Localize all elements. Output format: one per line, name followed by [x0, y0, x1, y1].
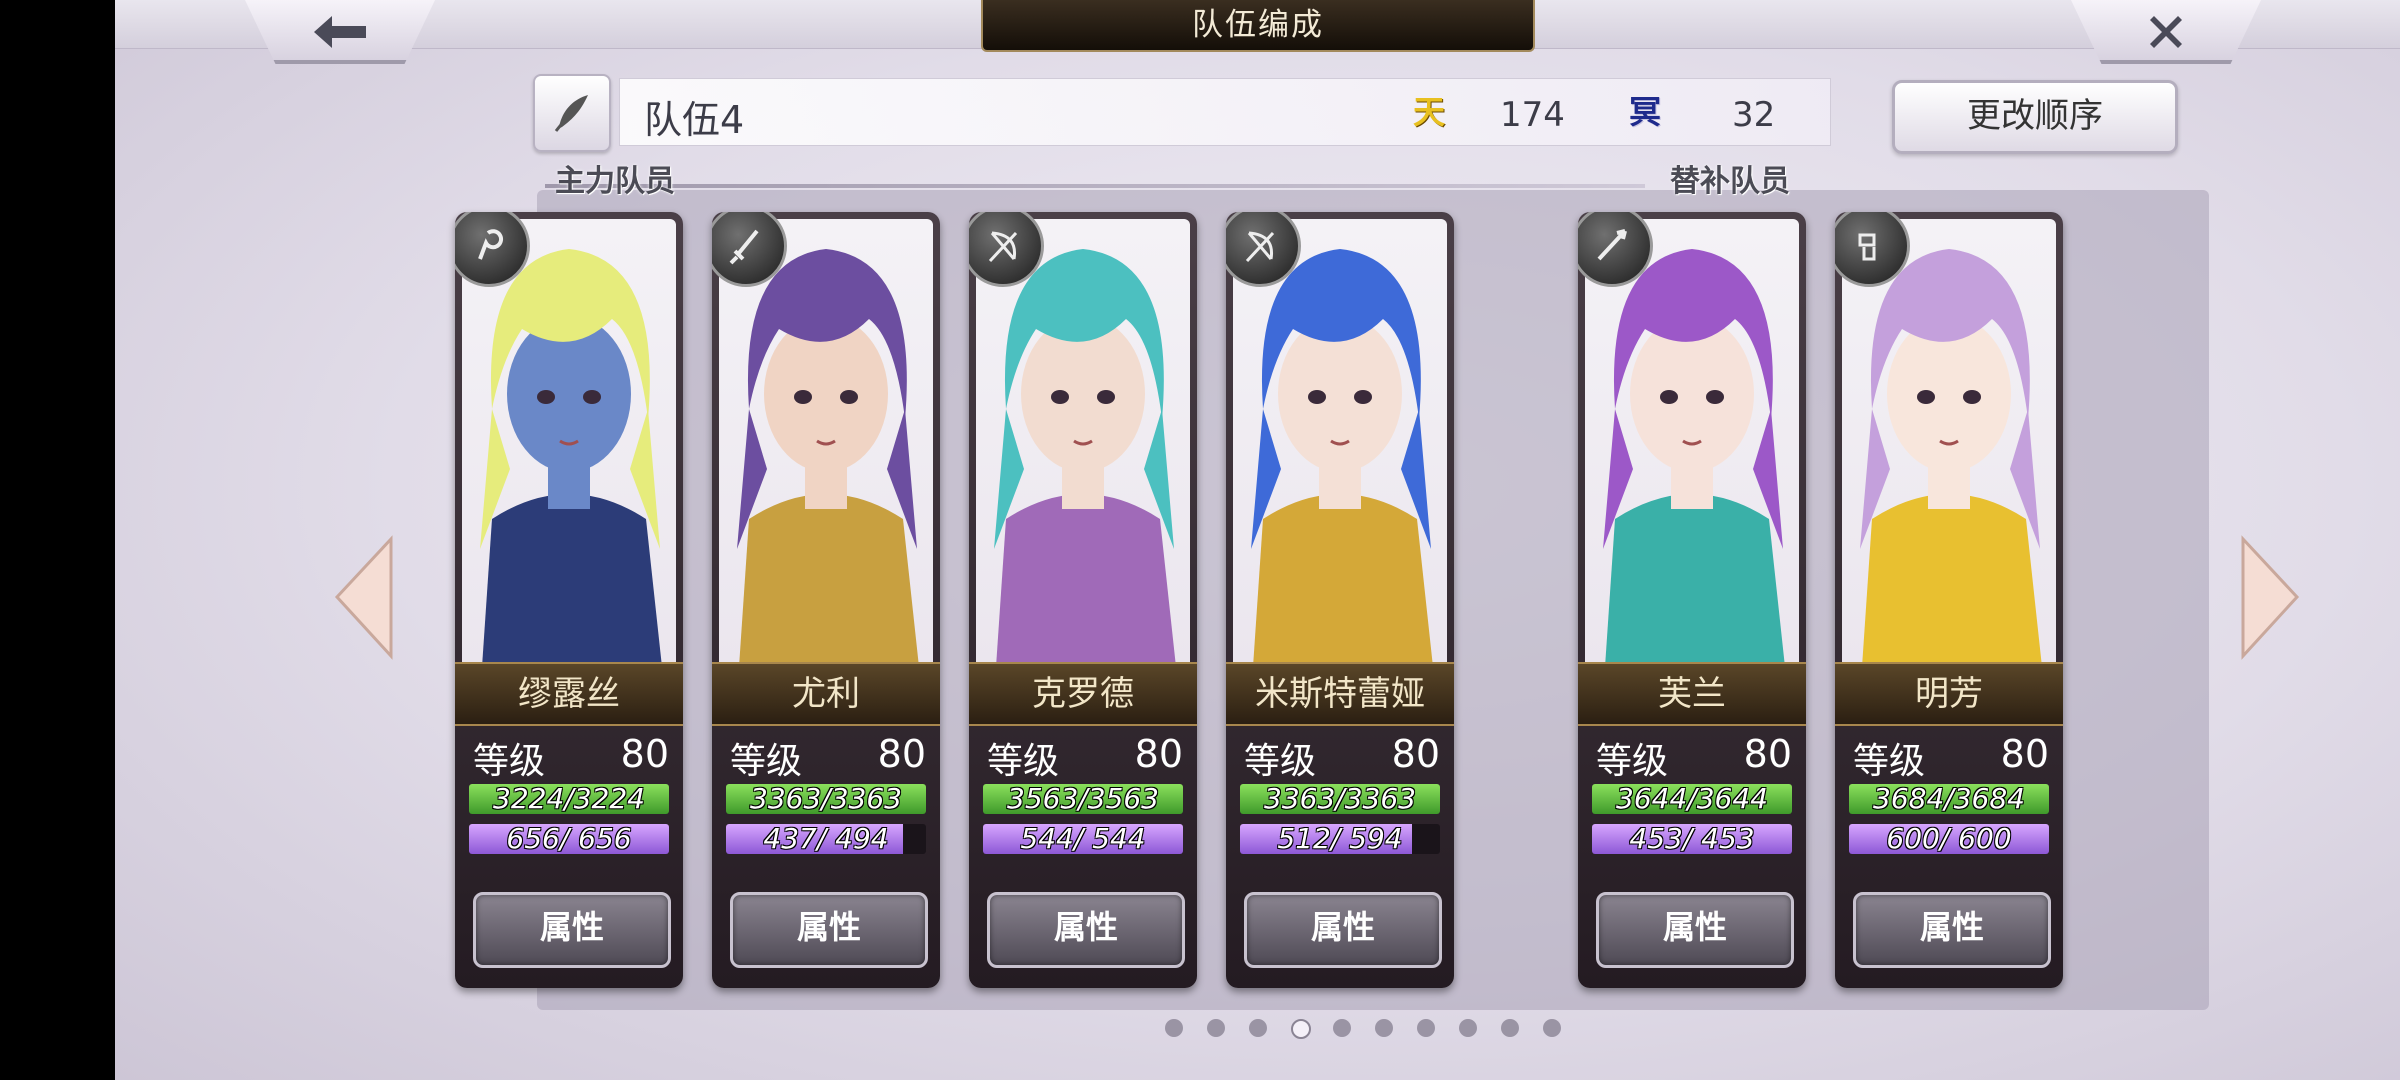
character-name: 米斯特蕾娅 — [1226, 662, 1454, 726]
mp-bar: 453/ 453 — [1592, 824, 1792, 854]
section-divider-line — [545, 184, 1645, 188]
level-value: 80 — [1743, 732, 1792, 776]
back-button[interactable] — [245, 0, 435, 64]
mp-bar: 512/ 594 — [1240, 824, 1440, 854]
attributes-button[interactable]: 属性 — [730, 892, 928, 968]
screen-title: 队伍编成 — [981, 0, 1535, 52]
level-value: 80 — [620, 732, 669, 776]
page-dot[interactable] — [1501, 1019, 1519, 1037]
quill-pen-icon — [554, 95, 588, 132]
level-label: 等级 — [1244, 741, 1317, 782]
mp-bar: 656/ 656 — [469, 824, 669, 854]
previous-page-arrow[interactable] — [329, 535, 399, 660]
page-dot[interactable] — [1459, 1019, 1477, 1037]
edit-team-name-button[interactable] — [533, 74, 611, 152]
level-label: 等级 — [730, 741, 803, 782]
member-card[interactable]: 尤利 等级 80 3363/3363 437/ 494 属性 — [712, 212, 940, 988]
hp-text: 3224/3224 — [493, 784, 645, 814]
game-screen: 队伍编成 队伍4 天 174 冥 32 更改顺序 主力队员 替补队员 缪露丝 等… — [115, 0, 2400, 1080]
page-dot[interactable] — [1375, 1019, 1393, 1037]
character-name: 芙兰 — [1578, 662, 1806, 726]
page-dot[interactable] — [1207, 1019, 1225, 1037]
mp-bar: 437/ 494 — [726, 824, 926, 854]
mp-bar: 544/ 544 — [983, 824, 1183, 854]
next-page-arrow[interactable] — [2235, 535, 2305, 660]
level-value: 80 — [1391, 732, 1440, 776]
level-row: 等级 80 — [473, 728, 669, 782]
close-button[interactable] — [2071, 0, 2261, 64]
level-label: 等级 — [1853, 741, 1926, 782]
hp-bar: 3684/3684 — [1849, 784, 2049, 814]
member-card[interactable]: 米斯特蕾娅 等级 80 3363/3363 512/ 594 属性 — [1226, 212, 1454, 988]
arrow-left-icon — [314, 16, 366, 48]
page-dot[interactable] — [1249, 1019, 1267, 1037]
mp-text: 656/ 656 — [506, 824, 632, 854]
hp-text: 3363/3363 — [750, 784, 902, 814]
mp-text: 453/ 453 — [1629, 824, 1755, 854]
page-dot[interactable] — [1165, 1019, 1183, 1037]
attributes-button[interactable]: 属性 — [1244, 892, 1442, 968]
main-members-label: 主力队员 — [555, 164, 675, 199]
ten-badge-icon: 天 — [1412, 93, 1445, 131]
character-name: 克罗德 — [969, 662, 1197, 726]
mp-text: 600/ 600 — [1886, 824, 2012, 854]
character-name: 尤利 — [712, 662, 940, 726]
member-card[interactable]: 克罗德 等级 80 3563/3563 544/ 544 属性 — [969, 212, 1197, 988]
attributes-button[interactable]: 属性 — [1596, 892, 1794, 968]
page-dot-active[interactable] — [1291, 1019, 1311, 1039]
page-dot[interactable] — [1417, 1019, 1435, 1037]
hp-bar: 3363/3363 — [1240, 784, 1440, 814]
member-card[interactable]: 芙兰 等级 80 3644/3644 453/ 453 属性 — [1578, 212, 1806, 988]
hp-text: 3644/3644 — [1616, 784, 1768, 814]
page-dot[interactable] — [1543, 1019, 1561, 1037]
hp-text: 3363/3363 — [1264, 784, 1416, 814]
level-value: 80 — [2000, 732, 2049, 776]
level-row: 等级 80 — [1853, 728, 2049, 782]
attributes-button[interactable]: 属性 — [473, 892, 671, 968]
team-name-field: 队伍4 天 174 冥 32 — [619, 78, 1831, 146]
level-label: 等级 — [987, 741, 1060, 782]
sub-members-label: 替补队员 — [1670, 164, 1790, 199]
mp-bar: 600/ 600 — [1849, 824, 2049, 854]
reorder-button[interactable]: 更改顺序 — [1892, 80, 2178, 154]
team-name: 队伍4 — [644, 98, 745, 142]
hp-text: 3684/3684 — [1873, 784, 2025, 814]
hp-text: 3563/3563 — [1007, 784, 1159, 814]
attributes-button[interactable]: 属性 — [1853, 892, 2051, 968]
ten-value: 174 — [1500, 95, 1565, 135]
triangle-left-icon — [334, 535, 393, 660]
character-name: 缪露丝 — [455, 662, 683, 726]
triangle-right-icon — [2241, 535, 2300, 660]
member-card[interactable]: 明芳 等级 80 3684/3684 600/ 600 属性 — [1835, 212, 2063, 988]
level-row: 等级 80 — [1596, 728, 1792, 782]
ming-badge-icon: 冥 — [1628, 93, 1661, 131]
mp-text: 512/ 594 — [1277, 824, 1403, 854]
ming-value: 32 — [1732, 95, 1776, 135]
level-value: 80 — [1134, 732, 1183, 776]
character-name: 明芳 — [1835, 662, 2063, 726]
hp-bar: 3363/3363 — [726, 784, 926, 814]
mp-text: 437/ 494 — [763, 824, 889, 854]
hp-bar: 3224/3224 — [469, 784, 669, 814]
hp-bar: 3563/3563 — [983, 784, 1183, 814]
close-x-icon — [2150, 16, 2182, 48]
level-row: 等级 80 — [987, 728, 1183, 782]
attributes-button[interactable]: 属性 — [987, 892, 1185, 968]
member-card[interactable]: 缪露丝 等级 80 3224/3224 656/ 656 属性 — [455, 212, 683, 988]
level-value: 80 — [877, 732, 926, 776]
level-label: 等级 — [473, 741, 546, 782]
level-row: 等级 80 — [1244, 728, 1440, 782]
hp-bar: 3644/3644 — [1592, 784, 1792, 814]
mp-text: 544/ 544 — [1020, 824, 1146, 854]
level-label: 等级 — [1596, 741, 1669, 782]
level-row: 等级 80 — [730, 728, 926, 782]
page-dot[interactable] — [1333, 1019, 1351, 1037]
team-bar: 队伍4 天 174 冥 32 — [533, 74, 1843, 152]
